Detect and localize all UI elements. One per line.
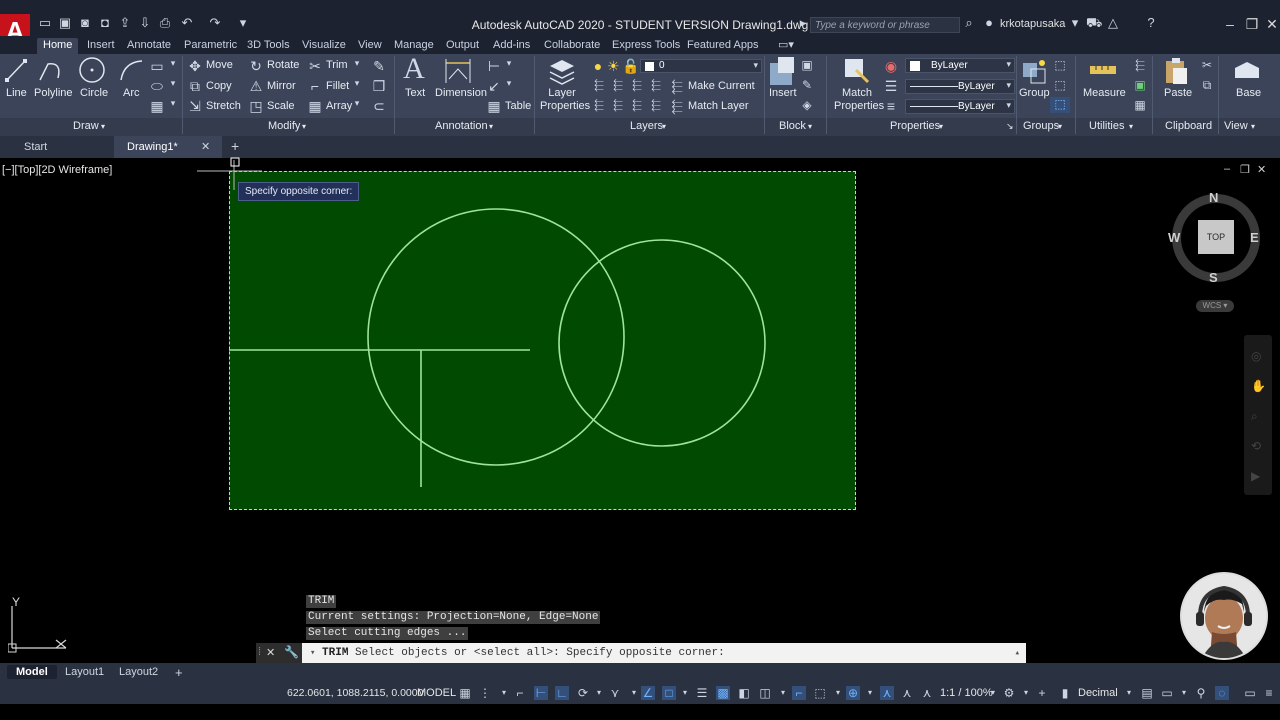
isometric-dropdown-icon[interactable]: ▾	[627, 686, 641, 700]
polar-icon[interactable]: ⟳	[576, 686, 590, 700]
dynamic-ucs-icon[interactable]: ⌐	[792, 686, 806, 700]
lock-ui-dropdown-icon[interactable]: ▾	[1177, 686, 1191, 700]
object-snap-tracking-icon[interactable]: ∠	[641, 686, 655, 700]
close-command-line-icon[interactable]: ✕	[266, 646, 275, 659]
pickbox	[230, 157, 240, 167]
zoom-icon[interactable]: ⌕	[1251, 409, 1258, 424]
units-icon[interactable]: ▮	[1058, 686, 1072, 700]
command-history-line: Current settings: Projection=None, Edge=…	[306, 611, 601, 624]
webcam-overlay	[1180, 572, 1268, 660]
units-dropdown-icon[interactable]: ▾	[1122, 686, 1136, 700]
snap-icon[interactable]: ⋮	[478, 686, 492, 700]
annotation-scale-value[interactable]: 1:1 / 100%	[940, 687, 993, 699]
dynamic-input-icon[interactable]: ⊢	[534, 686, 548, 700]
customize-command-icon[interactable]: 🔧	[284, 645, 299, 659]
object-snap-icon[interactable]: □	[662, 686, 676, 700]
viewcube-top-face[interactable]: TOP	[1198, 220, 1234, 254]
auto-scale-icon[interactable]: ⋏	[900, 686, 914, 700]
workspace-gear-icon[interactable]: ⚙	[1002, 686, 1016, 700]
isolate-objects-icon[interactable]: ⚲	[1194, 686, 1208, 700]
screen-bottom-bar	[0, 704, 1280, 720]
ucs-y-label: Y	[12, 595, 21, 609]
units-value[interactable]: Decimal	[1078, 687, 1118, 699]
annotation-scale-dropdown-icon[interactable]: ▾	[986, 686, 1000, 700]
tab-layout2[interactable]: Layout2	[110, 665, 167, 679]
infer-constraints-icon[interactable]: ⌐	[513, 686, 527, 700]
layout-tabs-bar	[0, 663, 1280, 682]
recent-commands-icon[interactable]: ▾	[310, 648, 315, 658]
tab-layout1[interactable]: Layout1	[56, 665, 113, 679]
annotation-visibility-icon[interactable]: ⋏	[880, 686, 894, 700]
command-grip-icon[interactable]: ⁞	[258, 646, 261, 658]
workspace-dropdown-icon[interactable]: ▾	[1019, 686, 1033, 700]
3d-osnap-icon[interactable]: ◫	[758, 686, 772, 700]
command-history-toggle-icon[interactable]: ▴	[1015, 643, 1020, 664]
dynamic-input-tooltip: Specify opposite corner:	[238, 182, 360, 201]
circle-right	[558, 239, 766, 447]
model-space-button[interactable]: MODEL	[417, 687, 456, 699]
orbit-icon[interactable]: ⟲	[1251, 439, 1261, 453]
showmotion-icon[interactable]: ▶	[1251, 469, 1260, 483]
transparency-icon[interactable]: ▩	[716, 686, 730, 700]
selection-filter-dropdown-icon[interactable]: ▾	[831, 686, 845, 700]
isometric-icon[interactable]: ⋎	[608, 686, 622, 700]
command-line-tools: ⁞ ✕ 🔧	[256, 643, 302, 664]
command-history-line: Select cutting edges ...	[306, 627, 469, 640]
annotation-scale-icon[interactable]: ⋏	[920, 686, 934, 700]
command-input[interactable]: ▾ TRIM Select objects or <select all>: S…	[302, 643, 1026, 664]
drawing-geometry	[197, 157, 766, 487]
lineweight-display-icon[interactable]: ☰	[695, 686, 709, 700]
add-layout-icon[interactable]: +	[166, 665, 192, 681]
lock-ui-icon[interactable]: ▭	[1160, 686, 1174, 700]
customization-icon[interactable]: ≡	[1262, 686, 1276, 700]
gizmo-icon[interactable]: ⊕	[846, 686, 860, 700]
polar-dropdown-icon[interactable]: ▾	[592, 686, 606, 700]
selection-cycling-icon[interactable]: ◧	[737, 686, 751, 700]
clean-screen-icon[interactable]: ▭	[1243, 686, 1257, 700]
presenter-avatar	[1182, 574, 1266, 658]
autocad-window: A ▭ ▣ ◙ ◘ ⇪ ⇩ ⎙ ↶ ↷ ▾ Autodesk AutoCAD 2…	[0, 0, 1280, 720]
compass-south[interactable]: S	[1209, 270, 1218, 285]
snap-dropdown-icon[interactable]: ▾	[497, 686, 511, 700]
compass-west[interactable]: W	[1168, 230, 1180, 245]
gizmo-dropdown-icon[interactable]: ▾	[863, 686, 877, 700]
annotation-monitor-icon[interactable]: +	[1035, 686, 1049, 700]
active-command: TRIM	[322, 647, 349, 659]
selection-filter-icon[interactable]: ⬚	[813, 686, 827, 700]
steering-wheel-icon[interactable]: ◎	[1251, 349, 1261, 363]
pan-icon[interactable]: ✋	[1251, 379, 1266, 393]
object-snap-dropdown-icon[interactable]: ▾	[678, 686, 692, 700]
coordinates-display[interactable]: 622.0601, 1088.2115, 0.0000	[287, 687, 423, 699]
grid-icon[interactable]: ▦	[458, 686, 472, 700]
compass-north[interactable]: N	[1209, 190, 1218, 205]
graphics-performance-icon[interactable]: ◌	[1215, 686, 1229, 700]
compass-east[interactable]: E	[1250, 230, 1259, 245]
tab-model[interactable]: Model	[7, 665, 57, 679]
3d-osnap-dropdown-icon[interactable]: ▾	[776, 686, 790, 700]
command-history-line: TRIM	[306, 595, 337, 608]
command-prompt: Select objects or <select all>: Specify …	[355, 647, 725, 659]
quick-properties-icon[interactable]: ▤	[1140, 686, 1154, 700]
navigation-bar[interactable]: ◎ ✋ ⌕ ⟲ ▶	[1244, 335, 1272, 495]
wcs-menu[interactable]: WCS ▾	[1196, 300, 1234, 312]
circle-left	[367, 208, 625, 466]
ortho-icon[interactable]: ∟	[555, 686, 569, 700]
